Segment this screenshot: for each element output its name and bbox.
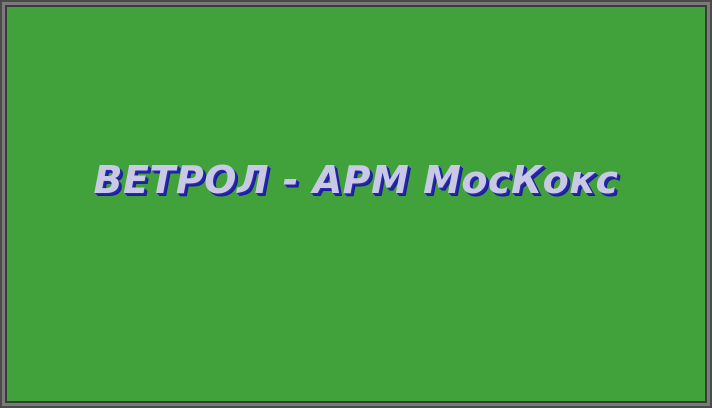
splash-window: ВЕТРОЛ - АРМ МосКокс xyxy=(0,0,712,408)
splash-panel: ВЕТРОЛ - АРМ МосКокс xyxy=(5,5,707,403)
splash-title: ВЕТРОЛ - АРМ МосКокс xyxy=(93,158,619,202)
